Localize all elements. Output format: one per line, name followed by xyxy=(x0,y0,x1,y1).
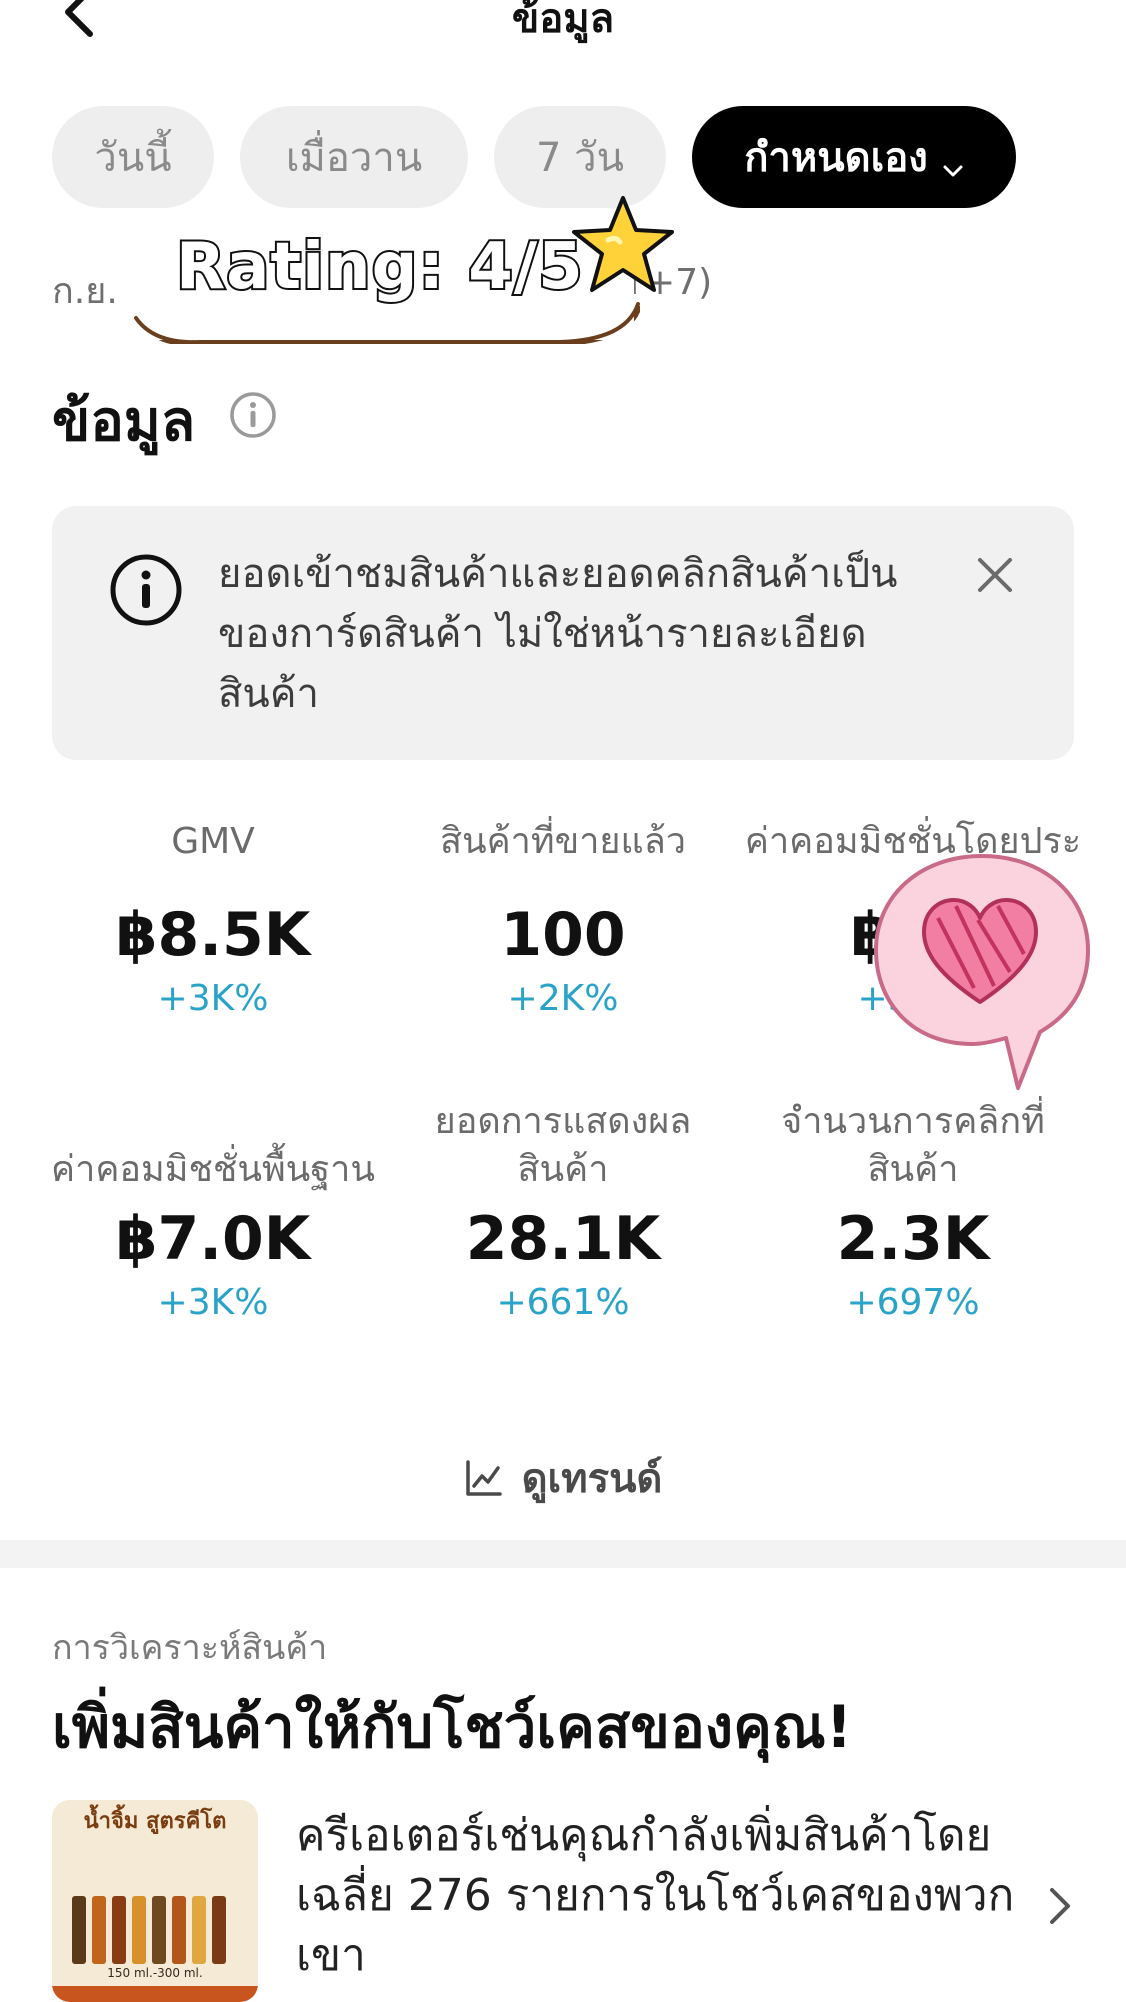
metric-label: GMV xyxy=(171,821,255,862)
chip-label: วันนี้ xyxy=(94,135,172,181)
metric-base-commission[interactable]: ค่าคอมมิชชั่นพื้นฐาน ฿7.0K +3K% xyxy=(40,1098,386,1323)
metric-change: +3K% xyxy=(157,1282,269,1323)
chevron-right-icon[interactable] xyxy=(1044,1884,1074,1928)
analysis-subtitle: การวิเคราะห์สินค้า xyxy=(52,1628,328,1668)
header: ข้อมูล xyxy=(0,0,1126,60)
trend-label: ดูเทรนด์ xyxy=(521,1456,663,1502)
metric-label: ยอดการแสดงผลสินค้า xyxy=(434,1101,692,1190)
metric-label: ค่าคอมมิชชั่นพื้นฐาน xyxy=(51,1149,375,1190)
product-thumbnail[interactable]: น้ำจิ้ม สูตรคีโต 150 ml.-300 ml. xyxy=(52,1800,258,2002)
metric-label: สินค้าที่ขายแล้ว xyxy=(439,821,686,862)
chip-today[interactable]: วันนี้ xyxy=(52,106,214,208)
heart-sticker xyxy=(868,848,1096,1096)
chip-label: เมื่อวาน xyxy=(285,135,423,181)
metric-label: จำนวนการคลิกที่สินค้า xyxy=(781,1101,1045,1190)
page-title: ข้อมูล xyxy=(511,0,615,42)
rating-text: Rating: 4/5 xyxy=(174,228,585,306)
metric-value: 2.3K xyxy=(836,1204,990,1274)
metric-value: 100 xyxy=(500,900,626,970)
metric-product-impressions[interactable]: ยอดการแสดงผลสินค้า 28.1K +661% xyxy=(390,1098,736,1323)
metric-gmv[interactable]: GMV ฿8.5K +3K% xyxy=(40,794,386,1019)
product-image-caption: 150 ml.-300 ml. xyxy=(107,1966,203,1980)
trend-chart-icon xyxy=(465,1460,502,1496)
analysis-description: ครีเอเตอร์เช่นคุณกำลังเพิ่มสินค้าโดยเฉลี… xyxy=(296,1810,1015,1981)
info-banner: ยอดเข้าชมสินค้าและยอดคลิกสินค้าเป็นของกา… xyxy=(52,506,1074,760)
chip-label: 7 วัน xyxy=(536,135,624,181)
info-banner-text: ยอดเข้าชมสินค้าและยอดคลิกสินค้าเป็นของกา… xyxy=(218,551,898,717)
chip-yesterday[interactable]: เมื่อวาน xyxy=(240,106,468,208)
chip-custom[interactable]: กำหนดเอง xyxy=(692,106,1016,208)
info-circle-icon xyxy=(108,552,184,628)
metric-product-clicks[interactable]: จำนวนการคลิกที่สินค้า 2.3K +697% xyxy=(740,1098,1086,1323)
metric-change: +3K% xyxy=(157,978,269,1019)
section-divider xyxy=(0,1540,1126,1568)
info-icon[interactable] xyxy=(228,390,278,440)
metric-change: +697% xyxy=(846,1282,980,1323)
metric-value: ฿8.5K xyxy=(115,900,311,970)
metric-change: +661% xyxy=(496,1282,630,1323)
metric-items-sold[interactable]: สินค้าที่ขายแล้ว 100 +2K% xyxy=(390,794,736,1019)
heart-bubble-icon xyxy=(874,854,1090,1090)
date-range-prefix: ก.ย. xyxy=(52,271,118,312)
close-icon[interactable] xyxy=(972,552,1018,598)
chevron-down-icon xyxy=(942,146,964,177)
date-range-text: ก.ย. MT+7) xyxy=(52,262,712,319)
view-trend-link[interactable]: ดูเทรนด์ xyxy=(0,1446,1126,1510)
metric-change: +2K% xyxy=(507,978,619,1019)
product-image-title: น้ำจิ้ม สูตรคีโต xyxy=(83,1809,227,1834)
analysis-title: เพิ่มสินค้าให้กับโชว์เคสของคุณ! xyxy=(52,1693,853,1761)
metric-value: 28.1K xyxy=(465,1204,661,1274)
metric-value: ฿7.0K xyxy=(115,1204,311,1274)
star-icon xyxy=(572,196,674,292)
chip-label: กำหนดเอง xyxy=(744,135,928,181)
rating-sticker: Rating: 4/5 xyxy=(130,196,674,344)
section-title: ข้อมูล xyxy=(52,389,196,454)
